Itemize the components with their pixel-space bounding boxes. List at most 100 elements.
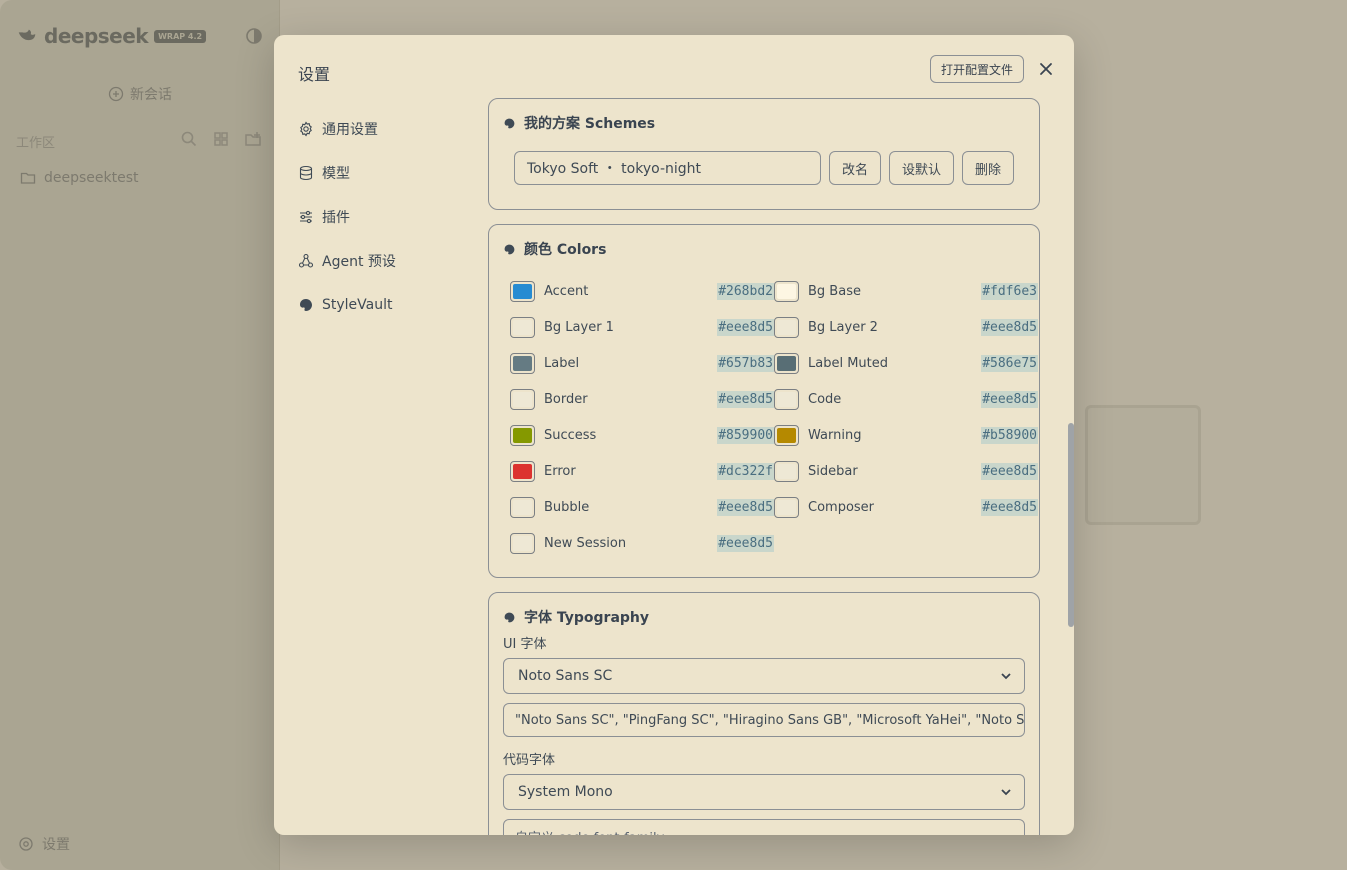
code-font-input[interactable]: 自定义 code font-family… (503, 819, 1025, 835)
color-swatch[interactable] (510, 280, 535, 302)
color-swatch[interactable] (774, 280, 799, 302)
color-swatch-fill (513, 355, 532, 371)
delete-button[interactable]: 删除 (962, 151, 1015, 185)
color-swatch[interactable] (774, 352, 799, 374)
color-swatch[interactable] (774, 496, 799, 518)
nav-item-models[interactable]: 模型 (298, 151, 396, 195)
color-hex-input[interactable]: #eee8d5 (981, 390, 1038, 408)
workspace-actions (180, 130, 262, 148)
agent-icon (298, 253, 314, 268)
color-row: Label Muted #586e75 (774, 345, 1038, 381)
color-swatch-fill (777, 463, 796, 479)
color-hex-input[interactable]: #b58900 (981, 426, 1038, 444)
brand-badge: WRAP 4.2 (154, 29, 207, 43)
color-hex-input[interactable]: #dc322f (717, 462, 774, 480)
color-name: Code (808, 391, 842, 407)
color-swatch-fill (777, 319, 796, 335)
color-swatch-fill (513, 535, 532, 551)
color-hex-input[interactable]: #eee8d5 (981, 462, 1038, 480)
ui-font-select[interactable]: Noto Sans SC (503, 658, 1025, 694)
settings-content: 我的方案 Schemes Tokyo Soft ・ tokyo-night 改名… (488, 98, 1040, 835)
new-folder-icon[interactable] (244, 130, 262, 148)
color-swatch-fill (777, 391, 796, 407)
color-row: Label #657b83 (510, 345, 774, 381)
color-hex-input[interactable]: #586e75 (981, 354, 1038, 372)
color-name: New Session (544, 535, 627, 551)
scheme-select[interactable]: Tokyo Soft ・ tokyo-night (514, 151, 821, 185)
color-hex-input[interactable]: #eee8d5 (981, 498, 1038, 516)
color-row: New Session #eee8d5 (510, 525, 774, 561)
background-card (1085, 405, 1201, 525)
color-swatch[interactable] (510, 352, 535, 374)
color-hex-input[interactable]: #eee8d5 (717, 318, 774, 336)
color-swatch-fill (513, 283, 532, 299)
ui-font-value: Noto Sans SC (518, 668, 613, 684)
settings-label: 设置 (42, 837, 70, 853)
search-icon[interactable] (180, 130, 198, 148)
color-swatch[interactable] (510, 532, 535, 554)
close-icon[interactable] (1036, 59, 1056, 79)
color-swatch-fill (777, 283, 796, 299)
colors-header: 颜色 Colors (503, 225, 1025, 273)
color-swatch[interactable] (510, 496, 535, 518)
color-hex-input[interactable]: #eee8d5 (717, 534, 774, 552)
open-config-button[interactable]: 打开配置文件 (930, 55, 1025, 83)
color-hex-input[interactable]: #eee8d5 (717, 390, 774, 408)
color-swatch-fill (513, 427, 532, 443)
palette-icon (504, 118, 515, 128)
palette-icon (300, 299, 312, 311)
nav-item-agent-presets[interactable]: Agent 预设 (298, 239, 396, 283)
color-row: Error #dc322f (510, 453, 774, 489)
color-hex-input[interactable]: #eee8d5 (981, 318, 1038, 336)
color-swatch[interactable] (510, 316, 535, 338)
folder-name: deepseektest (44, 170, 139, 186)
modal-title: 设置 (298, 65, 331, 84)
ui-font-stack-input[interactable]: "Noto Sans SC", "PingFang SC", "Hiragino… (503, 703, 1025, 737)
rename-button[interactable]: 改名 (828, 151, 881, 185)
color-hex-input[interactable]: #268bd2 (717, 282, 774, 300)
color-name: Bubble (544, 499, 590, 515)
color-hex-input[interactable]: #657b83 (717, 354, 774, 372)
color-swatch[interactable] (774, 424, 799, 446)
code-font-select[interactable]: System Mono (503, 774, 1025, 810)
nav-label: 模型 (322, 166, 350, 182)
color-hex-input[interactable]: #fdf6e3 (981, 282, 1038, 300)
color-row: Border #eee8d5 (510, 381, 774, 417)
nav-label: StyleVault (322, 297, 393, 313)
color-name: Error (544, 463, 576, 479)
color-swatch[interactable] (510, 460, 535, 482)
nav-item-general[interactable]: 通用设置 (298, 107, 396, 151)
code-font-placeholder: 自定义 code font-family… (515, 827, 677, 836)
schemes-header: 我的方案 Schemes (503, 99, 1025, 147)
typography-title: 字体 Typography (524, 610, 650, 626)
color-hex-input[interactable]: #eee8d5 (717, 498, 774, 516)
folder-icon (20, 172, 36, 184)
grid-icon[interactable] (212, 130, 230, 148)
color-name: Label (544, 355, 580, 371)
color-swatch[interactable] (510, 424, 535, 446)
schemes-card: 我的方案 Schemes Tokyo Soft ・ tokyo-night 改名… (488, 98, 1040, 210)
color-row: Bg Base #fdf6e3 (774, 273, 1038, 309)
workspace-folder[interactable]: deepseektest (20, 170, 139, 186)
plus-circle-icon (108, 86, 124, 102)
color-name: Border (544, 391, 588, 407)
scrollbar[interactable] (1068, 423, 1074, 627)
set-default-button[interactable]: 设默认 (888, 151, 954, 185)
settings-entry[interactable]: 设置 (18, 834, 70, 854)
color-hex-input[interactable]: #859900 (717, 426, 774, 444)
gear-icon (19, 837, 33, 851)
new-session-button[interactable]: 新会话 (108, 84, 172, 104)
color-row: Success #859900 (510, 417, 774, 453)
nav-item-plugins[interactable]: 插件 (298, 195, 396, 239)
color-swatch[interactable] (510, 388, 535, 410)
colors-title: 颜色 Colors (524, 242, 607, 258)
color-swatch[interactable] (774, 388, 799, 410)
theme-toggle-icon[interactable] (244, 26, 264, 46)
palette-icon (504, 612, 515, 622)
color-swatch[interactable] (774, 460, 799, 482)
color-swatch[interactable] (774, 316, 799, 338)
schemes-title: 我的方案 Schemes (524, 116, 656, 132)
app-sidebar: deepseek WRAP 4.2 新会话 工作区 deepseektest 设… (0, 0, 280, 870)
nav-item-stylevault[interactable]: StyleVault (298, 283, 396, 327)
settings-nav: 通用设置 模型 插件 Agent 预设 StyleVault (298, 107, 396, 327)
